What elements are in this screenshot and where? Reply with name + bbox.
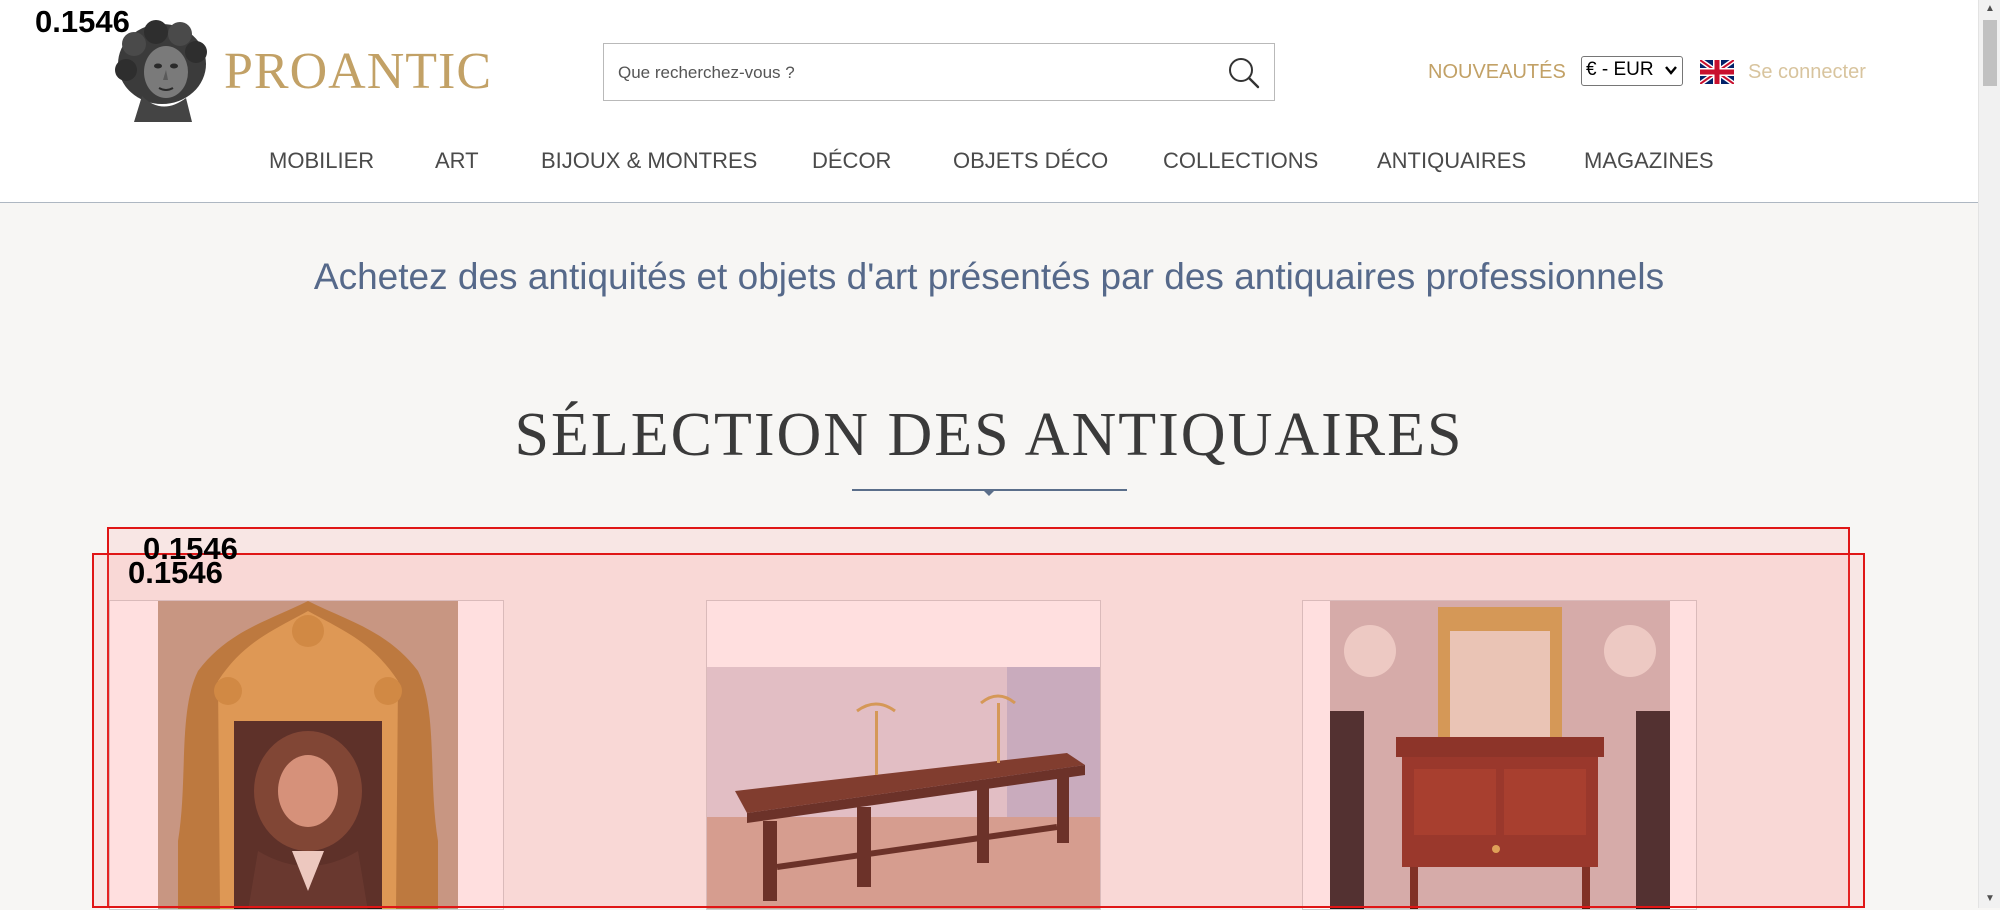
search-box: [603, 43, 1275, 101]
search-button[interactable]: [1224, 53, 1264, 93]
scroll-thumb[interactable]: [1983, 20, 1997, 86]
currency-select[interactable]: € - EUR: [1581, 56, 1683, 86]
nav-item-magazines[interactable]: MAGAZINES: [1584, 148, 1714, 174]
nav-item-objets-deco[interactable]: OBJETS DÉCO: [953, 148, 1108, 174]
nouveautes-link[interactable]: NOUVEAUTÉS: [1428, 61, 1566, 84]
nav-item-antiquaires[interactable]: ANTIQUAIRES: [1377, 148, 1526, 174]
login-link[interactable]: Se connecter: [1748, 61, 1866, 84]
score-label-box2: 0.1546: [128, 555, 223, 590]
highlight-box-2: [92, 553, 1865, 908]
divider-arrow-icon: [982, 489, 996, 496]
chevron-down-icon: [1664, 59, 1678, 84]
brand-logo-text[interactable]: PROANTIC: [224, 42, 492, 101]
page-tagline: Achetez des antiquités et objets d'art p…: [313, 256, 1665, 297]
nav-item-bijoux-montres[interactable]: BIJOUX & MONTRES: [541, 148, 757, 174]
section-title: SÉLECTION DES ANTIQUAIRES: [514, 401, 1464, 469]
currency-value: € - EUR: [1586, 59, 1654, 80]
main-nav: MOBILIER ART BIJOUX & MONTRES DÉCOR OBJE…: [0, 148, 1978, 178]
score-label-logo: 0.1546: [35, 4, 130, 39]
nav-item-decor[interactable]: DÉCOR: [812, 148, 891, 174]
search-icon: [1229, 58, 1260, 89]
site-header: PROANTIC NOUVEAUTÉS € - EUR Se connecter: [0, 0, 1978, 203]
nav-item-art[interactable]: ART: [435, 148, 479, 174]
search-input[interactable]: [616, 58, 1200, 88]
uk-flag-icon[interactable]: [1698, 57, 1736, 87]
scroll-up-arrow-icon[interactable]: ▲: [1979, 2, 2000, 16]
nav-item-mobilier[interactable]: MOBILIER: [269, 148, 374, 174]
page-scrollbar[interactable]: ▲ ▼: [1978, 0, 2000, 908]
nav-item-collections[interactable]: COLLECTIONS: [1163, 148, 1318, 174]
scroll-down-arrow-icon[interactable]: ▼: [1979, 892, 2000, 906]
